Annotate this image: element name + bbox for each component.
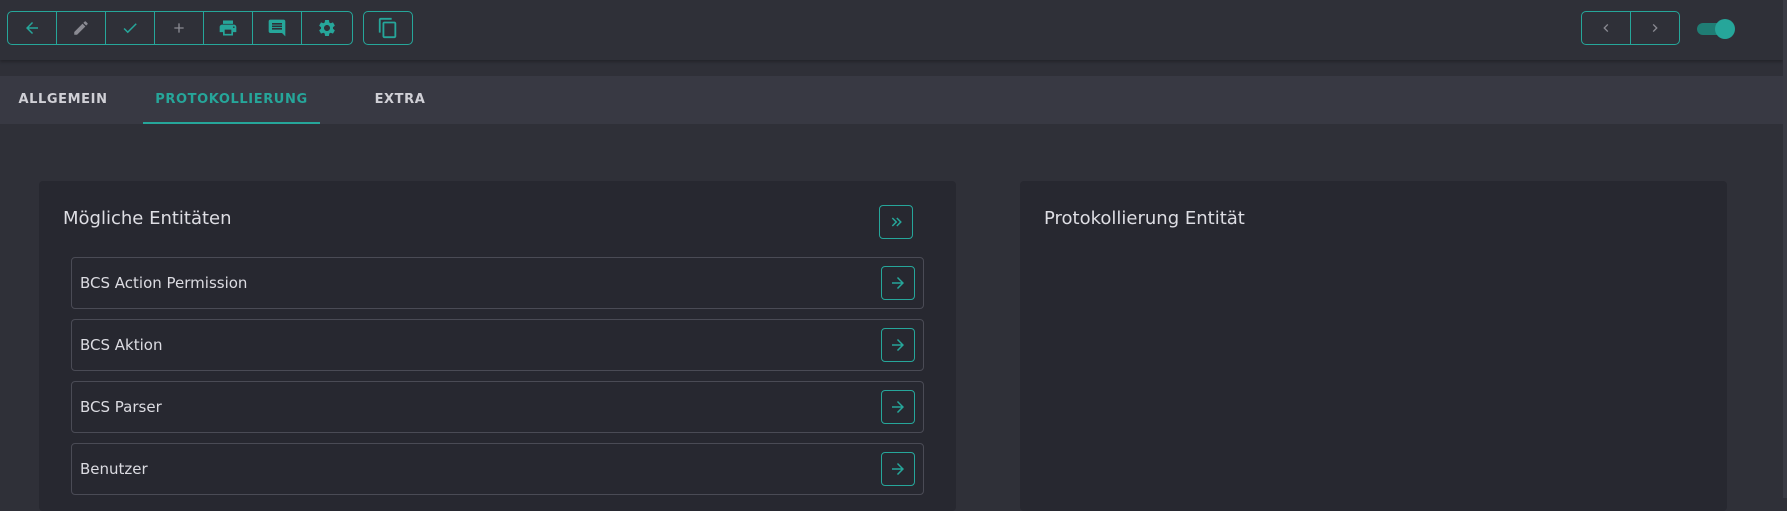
- list-item[interactable]: Benutzer: [71, 443, 924, 495]
- double-chevron-right-icon: [891, 217, 902, 227]
- tab-bar: ALLGEMEIN PROTOKOLLIERUNG EXTRA: [0, 76, 1783, 124]
- arrow-right-icon: [892, 401, 904, 413]
- add-button[interactable]: [155, 12, 204, 44]
- list-item[interactable]: BCS Aktion: [71, 319, 924, 371]
- entity-label: BCS Action Permission: [80, 274, 248, 292]
- copy-button[interactable]: [364, 12, 412, 44]
- toggle-knob: [1715, 19, 1735, 39]
- previous-button[interactable]: [1582, 12, 1631, 44]
- pencil-icon: [74, 21, 88, 35]
- arrow-right-icon: [892, 339, 904, 351]
- list-item[interactable]: BCS Action Permission: [71, 257, 924, 309]
- copy-icon: [378, 17, 397, 39]
- copy-button-group: [363, 11, 413, 45]
- check-icon: [123, 23, 137, 34]
- action-button-group: [7, 11, 353, 45]
- arrow-left-icon: [26, 22, 38, 34]
- entity-label: BCS Parser: [80, 398, 162, 416]
- move-all-button[interactable]: [879, 205, 913, 239]
- entity-label: BCS Aktion: [80, 336, 163, 354]
- add-entity-button[interactable]: [881, 266, 915, 300]
- print-button[interactable]: [204, 12, 253, 44]
- tab-allgemein[interactable]: ALLGEMEIN: [0, 76, 126, 124]
- next-button[interactable]: [1631, 12, 1680, 44]
- add-entity-button[interactable]: [881, 328, 915, 362]
- settings-button[interactable]: [302, 12, 351, 44]
- tab-extra[interactable]: EXTRA: [340, 76, 460, 124]
- gear-icon: [318, 19, 335, 36]
- back-button[interactable]: [8, 12, 57, 44]
- chevron-right-icon: [1652, 24, 1658, 32]
- save-button[interactable]: [106, 12, 155, 44]
- toggle-switch[interactable]: [1697, 19, 1735, 39]
- add-entity-button[interactable]: [881, 390, 915, 424]
- scrollbar-track[interactable]: [1783, 0, 1787, 498]
- possible-entities-panel: Mögliche Entitäten BCS Action Permission…: [39, 181, 956, 511]
- toolbar: [0, 0, 1783, 60]
- list-item[interactable]: BCS Parser: [71, 381, 924, 433]
- panel-title: Protokollierung Entität: [1044, 208, 1245, 229]
- entity-label: Benutzer: [80, 460, 148, 478]
- tab-protokollierung[interactable]: PROTOKOLLIERUNG: [143, 76, 320, 124]
- comment-button[interactable]: [253, 12, 302, 44]
- entity-list: BCS Action Permission BCS Aktion BCS Par…: [71, 257, 924, 505]
- add-entity-button[interactable]: [881, 452, 915, 486]
- printer-icon: [219, 20, 237, 36]
- chevron-left-icon: [1603, 24, 1609, 32]
- logged-entities-panel: Protokollierung Entität: [1020, 181, 1727, 511]
- arrow-right-icon: [892, 463, 904, 475]
- arrow-right-icon: [892, 277, 904, 289]
- plus-icon: [174, 23, 184, 33]
- comment-icon: [268, 19, 286, 37]
- panel-title: Mögliche Entitäten: [63, 208, 232, 229]
- edit-button[interactable]: [57, 12, 106, 44]
- record-navigation: [1581, 11, 1680, 45]
